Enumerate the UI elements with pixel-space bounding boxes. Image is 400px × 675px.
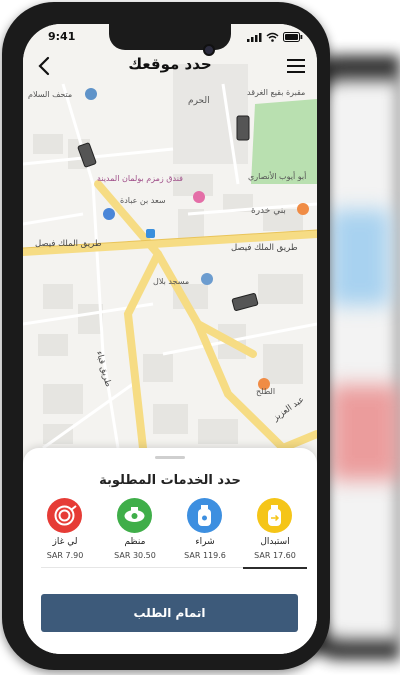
hose-icon (47, 498, 82, 533)
service-option-exchange[interactable]: استبدال SAR 17.60 (243, 498, 307, 570)
map-label-hotel: فندق زمزم بولمان المدينة (97, 174, 183, 183)
cylinder-icon (187, 498, 222, 533)
services-list: لي غاز SAR 7.90 منظم SAR 30.50 شراء SAR … (33, 498, 307, 570)
sheet-title: حدد الخدمات المطلوبة (99, 473, 241, 488)
status-icons (247, 32, 303, 42)
wifi-icon (266, 32, 279, 42)
map-label-museum: متحف السلام (28, 90, 73, 99)
service-name: لي غاز (52, 537, 78, 547)
service-option-regulator[interactable]: منظم SAR 30.50 (103, 498, 167, 570)
top-bar: حدد موقعك (23, 50, 317, 86)
status-time: 9:41 (48, 30, 76, 43)
signal-icon (247, 32, 262, 42)
cylinder-exchange-icon (257, 498, 292, 533)
services-bottom-sheet: حدد الخدمات المطلوبة لي غاز SAR 7.90 منظ… (23, 448, 317, 654)
hamburger-menu-icon[interactable] (285, 56, 307, 76)
background-blue-card (330, 210, 390, 305)
map-label-haram: الحرم (188, 96, 210, 106)
background-phone-screen (318, 80, 400, 640)
service-name: منظم (124, 537, 146, 547)
phone-frame: متحف السلام الحرم مقبرة بقيع الغرقد أبو … (2, 2, 330, 670)
map-label-bilal: مسجد بلال (153, 277, 190, 286)
service-option-gas-hose[interactable]: لي غاز SAR 7.90 (33, 498, 97, 570)
service-price: SAR 30.50 (114, 551, 156, 560)
service-price: SAR 7.90 (46, 551, 84, 560)
service-price: SAR 17.60 (254, 551, 296, 560)
map-label-cemetery: مقبرة بقيع الغرقد (247, 88, 306, 97)
map-label-ayyub: أبو أيوب الأنصاري (248, 172, 307, 181)
app-screen: متحف السلام الحرم مقبرة بقيع الغرقد أبو … (23, 24, 317, 654)
sheet-drag-handle[interactable] (155, 456, 185, 459)
map-label-faisal-left: طريق الملك فيصل (35, 239, 102, 249)
page-title: حدد موقعك (128, 55, 212, 73)
battery-icon (283, 32, 303, 42)
service-option-buy[interactable]: شراء SAR 119.6 (173, 498, 237, 570)
background-red-card (330, 385, 400, 480)
regulator-icon (117, 498, 152, 533)
map-label-bani: بني خدرة (251, 206, 286, 216)
service-price: SAR 119.6 (184, 551, 226, 560)
map-label-faisal-right: طريق الملك فيصل (231, 243, 298, 253)
map-label-saad: سعد بن عبادة (120, 196, 166, 205)
map-label-tala: الطلح (256, 387, 276, 396)
selected-indicator (243, 567, 307, 569)
front-camera (203, 44, 215, 56)
service-name: استبدال (260, 537, 290, 547)
service-name: شراء (195, 537, 215, 547)
complete-order-button[interactable]: اتمام الطلب (41, 594, 298, 632)
